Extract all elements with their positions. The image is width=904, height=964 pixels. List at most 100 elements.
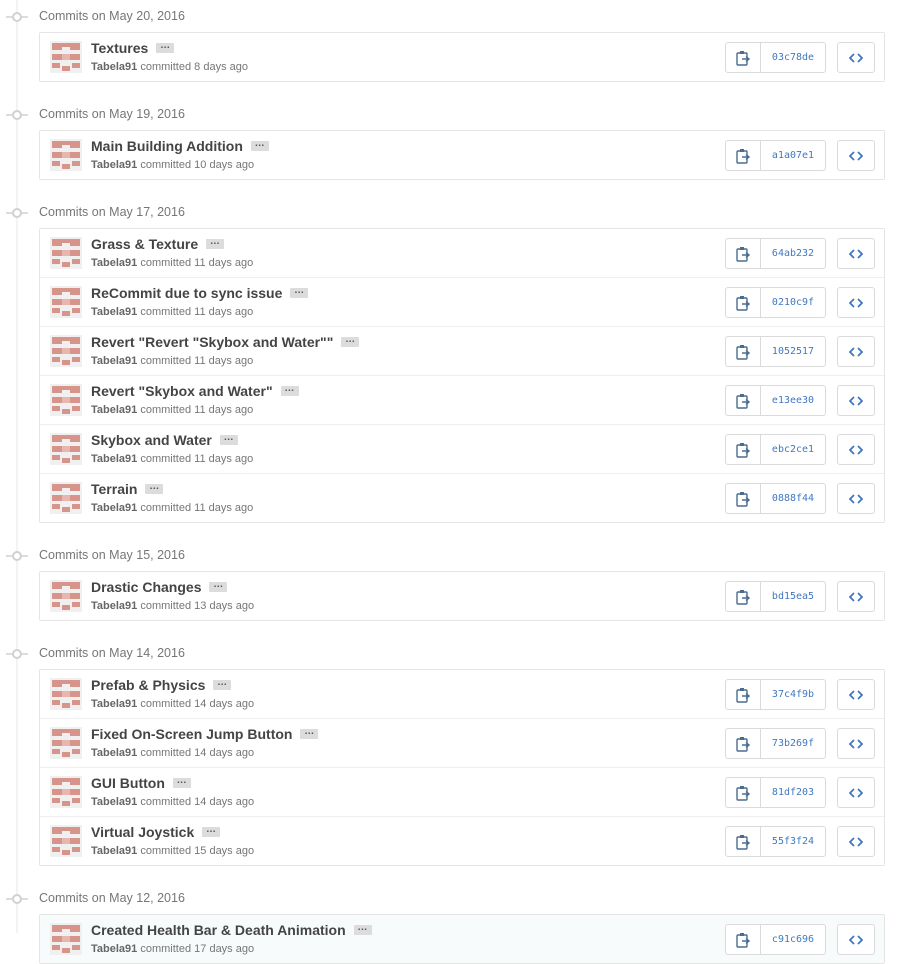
- commit-sha-link[interactable]: ebc2ce1: [761, 435, 825, 464]
- commit-title-link[interactable]: Virtual Joystick: [91, 824, 194, 840]
- expand-message-button[interactable]: …: [172, 776, 191, 788]
- commit-title-link[interactable]: Created Health Bar & Death Animation: [91, 922, 346, 938]
- commit-title-link[interactable]: GUI Button: [91, 775, 165, 791]
- commit-author-link[interactable]: Tabela91: [91, 845, 137, 857]
- identicon-avatar[interactable]: [50, 286, 82, 318]
- identicon-avatar[interactable]: [50, 384, 82, 416]
- expand-message-button[interactable]: …: [209, 580, 228, 592]
- copy-sha-button[interactable]: [726, 778, 761, 807]
- expand-message-button[interactable]: …: [219, 433, 238, 445]
- commit-title-link[interactable]: Revert "Skybox and Water": [91, 383, 273, 399]
- expand-message-button[interactable]: …: [213, 678, 232, 690]
- expand-message-button[interactable]: …: [202, 825, 221, 837]
- expand-message-button[interactable]: …: [280, 384, 299, 396]
- commit-author-link[interactable]: Tabela91: [91, 453, 137, 465]
- commit-title-link[interactable]: Textures: [91, 40, 148, 56]
- browse-repo-button[interactable]: [837, 728, 875, 759]
- commit-author-link[interactable]: Tabela91: [91, 600, 137, 612]
- commit-title-row: Grass & Texture …: [91, 235, 225, 253]
- commit-title-link[interactable]: Fixed On-Screen Jump Button: [91, 726, 292, 742]
- copy-sha-button[interactable]: [726, 141, 761, 170]
- expand-message-button[interactable]: …: [341, 335, 360, 347]
- copy-sha-button[interactable]: [726, 925, 761, 954]
- expand-message-button[interactable]: …: [206, 237, 225, 249]
- commit-title-link[interactable]: Terrain: [91, 481, 137, 497]
- identicon-avatar[interactable]: [50, 41, 82, 73]
- browse-repo-button[interactable]: [837, 238, 875, 269]
- browse-repo-button[interactable]: [837, 483, 875, 514]
- browse-repo-button[interactable]: [837, 434, 875, 465]
- commit-sha-link[interactable]: a1a07e1: [761, 141, 825, 170]
- copy-sha-button[interactable]: [726, 43, 761, 72]
- expand-message-button[interactable]: …: [250, 139, 269, 151]
- commit-title-link[interactable]: Drastic Changes: [91, 579, 201, 595]
- copy-sha-button[interactable]: [726, 288, 761, 317]
- copy-sha-button[interactable]: [726, 435, 761, 464]
- browse-repo-button[interactable]: [837, 140, 875, 171]
- browse-repo-button[interactable]: [837, 287, 875, 318]
- commit-author-link[interactable]: Tabela91: [91, 355, 137, 367]
- commit-title-link[interactable]: Skybox and Water: [91, 432, 212, 448]
- copy-sha-button[interactable]: [726, 680, 761, 709]
- identicon-avatar[interactable]: [50, 335, 82, 367]
- commit-sha-link[interactable]: 64ab232: [761, 239, 825, 268]
- expand-message-button[interactable]: …: [290, 286, 309, 298]
- commit-sha-link[interactable]: 1052517: [761, 337, 825, 366]
- identicon-avatar[interactable]: [50, 923, 82, 955]
- commit-title-link[interactable]: Main Building Addition: [91, 138, 243, 154]
- commit-title-link[interactable]: Prefab & Physics: [91, 677, 205, 693]
- expand-message-button[interactable]: …: [145, 482, 164, 494]
- commit-author-link[interactable]: Tabela91: [91, 61, 137, 73]
- browse-repo-button[interactable]: [837, 679, 875, 710]
- copy-sha-button[interactable]: [726, 729, 761, 758]
- commit-author-link[interactable]: Tabela91: [91, 159, 137, 171]
- commit-author-link[interactable]: Tabela91: [91, 306, 137, 318]
- identicon-avatar[interactable]: [50, 580, 82, 612]
- commit-author-link[interactable]: Tabela91: [91, 257, 137, 269]
- copy-sha-button[interactable]: [726, 386, 761, 415]
- browse-repo-button[interactable]: [837, 385, 875, 416]
- expand-message-button[interactable]: …: [156, 41, 175, 53]
- commit-author-link[interactable]: Tabela91: [91, 698, 137, 710]
- identicon-avatar[interactable]: [50, 678, 82, 710]
- commit-sha-link[interactable]: 0210c9f: [761, 288, 825, 317]
- copy-sha-button[interactable]: [726, 827, 761, 856]
- browse-repo-button[interactable]: [837, 336, 875, 367]
- commit-sha-link[interactable]: 73b269f: [761, 729, 825, 758]
- identicon-avatar[interactable]: [50, 139, 82, 171]
- commit-title-link[interactable]: ReCommit due to sync issue: [91, 285, 282, 301]
- copy-sha-button[interactable]: [726, 239, 761, 268]
- commit-sha-link[interactable]: e13ee30: [761, 386, 825, 415]
- commit-author-link[interactable]: Tabela91: [91, 796, 137, 808]
- expand-message-button[interactable]: …: [353, 923, 372, 935]
- commit-sha-link[interactable]: 55f3f24: [761, 827, 825, 856]
- expand-message-button[interactable]: …: [300, 727, 319, 739]
- browse-repo-button[interactable]: [837, 777, 875, 808]
- browse-repo-button[interactable]: [837, 42, 875, 73]
- commit-author-link[interactable]: Tabela91: [91, 747, 137, 759]
- identicon-avatar[interactable]: [50, 433, 82, 465]
- commit-action-text: committed: [140, 159, 192, 171]
- commit-sha-link[interactable]: 03c78de: [761, 43, 825, 72]
- identicon-avatar[interactable]: [50, 237, 82, 269]
- commit-sha-link[interactable]: bd15ea5: [761, 582, 825, 611]
- browse-repo-button[interactable]: [837, 826, 875, 857]
- copy-sha-button[interactable]: [726, 484, 761, 513]
- commit-title-link[interactable]: Revert "Revert "Skybox and Water"": [91, 334, 333, 350]
- identicon-avatar[interactable]: [50, 482, 82, 514]
- commit-sha-link[interactable]: 0888f44: [761, 484, 825, 513]
- commit-author-link[interactable]: Tabela91: [91, 502, 137, 514]
- identicon-avatar[interactable]: [50, 825, 82, 857]
- copy-sha-button[interactable]: [726, 337, 761, 366]
- browse-repo-button[interactable]: [837, 581, 875, 612]
- identicon-avatar[interactable]: [50, 776, 82, 808]
- commit-sha-link[interactable]: 37c4f9b: [761, 680, 825, 709]
- commit-author-link[interactable]: Tabela91: [91, 943, 137, 955]
- browse-repo-button[interactable]: [837, 924, 875, 955]
- commit-author-link[interactable]: Tabela91: [91, 404, 137, 416]
- commit-sha-link[interactable]: 81df203: [761, 778, 825, 807]
- identicon-avatar[interactable]: [50, 727, 82, 759]
- copy-sha-button[interactable]: [726, 582, 761, 611]
- commit-sha-link[interactable]: c91c696: [761, 925, 825, 954]
- commit-title-link[interactable]: Grass & Texture: [91, 236, 198, 252]
